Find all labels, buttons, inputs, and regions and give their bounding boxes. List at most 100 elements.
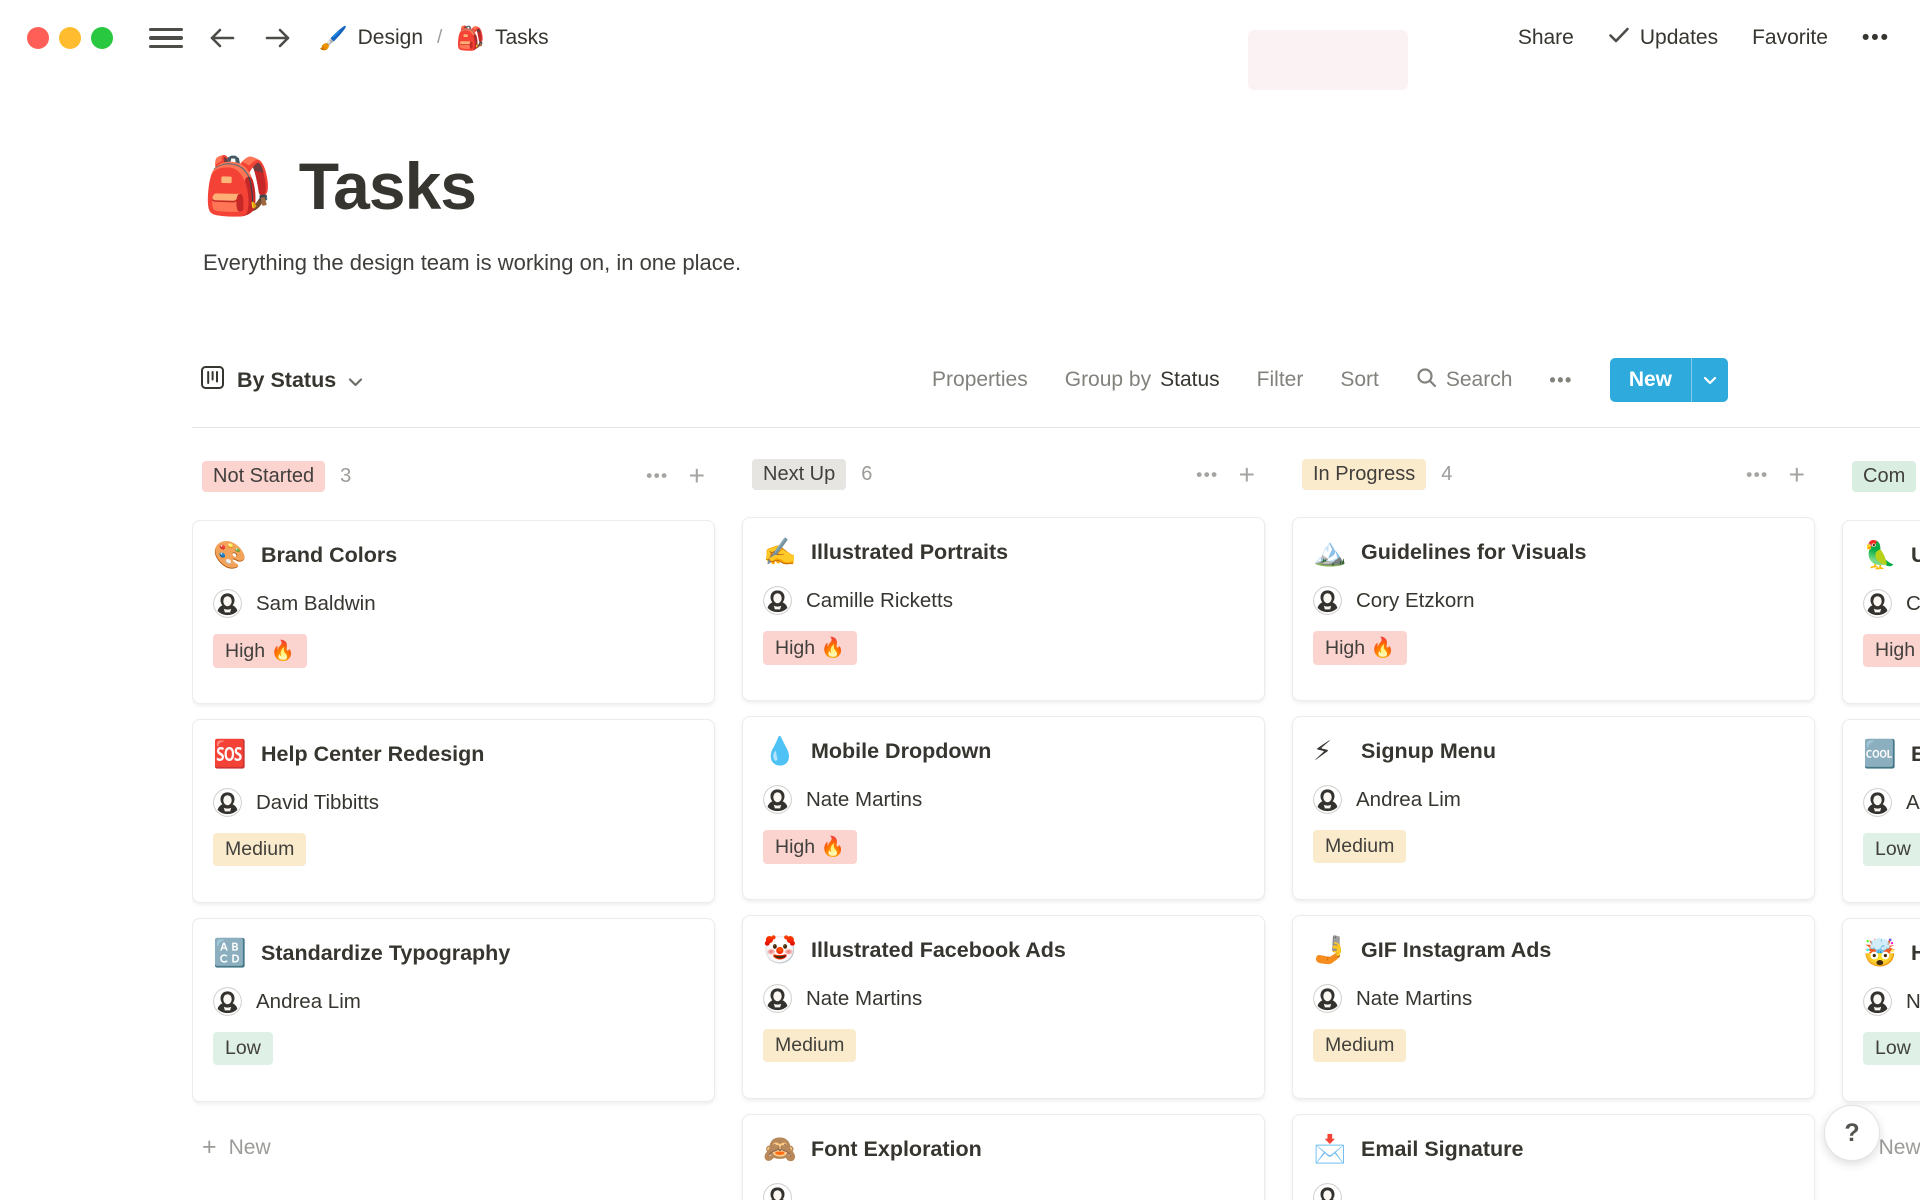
filter-button[interactable]: Filter [1257,368,1304,392]
task-card[interactable]: 🏔️ Guidelines for Visuals Cory Etzkorn High… [1292,517,1815,701]
column-more-icon[interactable]: ••• [1746,465,1768,485]
assignee-name: Nate Martins [1356,986,1473,1010]
card-assignee-row [1313,1183,1356,1200]
card-emoji-icon: 🆘 [213,739,247,769]
sidebar-menu-icon[interactable] [149,25,183,51]
card-emoji-icon: 🎨 [213,540,247,570]
more-options-icon[interactable]: ••• [1862,26,1890,50]
page-icon-backpack[interactable]: 🎒 [203,158,273,214]
page-subtitle: Everything the design team is working on… [203,250,742,275]
assignee-name: Sam Baldwin [256,591,376,615]
new-button[interactable]: New [1609,358,1728,402]
assignee-name: N [1906,989,1920,1013]
task-card[interactable]: 🆒E A Low [1842,719,1920,903]
forward-arrow-icon[interactable] [261,23,295,53]
group-by-button[interactable]: Group by Status [1065,368,1220,392]
column-add-icon[interactable]: + [1789,460,1805,489]
help-button[interactable]: ? [1824,1105,1880,1161]
card-title-row: 🎨 Brand Colors [213,542,397,569]
card-assignee-row [763,1183,806,1200]
column-status-badge[interactable]: Com [1852,460,1917,492]
column-count: 4 [1441,463,1453,485]
task-card[interactable]: 🙈 Font Exploration [742,1114,1265,1200]
task-card[interactable]: 📩 Email Signature [1292,1114,1815,1200]
properties-button[interactable]: Properties [932,368,1028,392]
new-button-chevron-icon[interactable] [1692,358,1728,402]
task-card[interactable]: 💧 Mobile Dropdown Nate Martins High 🔥 [742,716,1265,900]
traffic-light-minimize[interactable] [59,27,81,49]
task-card[interactable]: 🤡 Illustrated Facebook Ads Nate Martins Med… [742,915,1265,1099]
assignee-name: Andrea Lim [1356,787,1461,811]
card-assignee-row: Sam Baldwin [213,589,376,618]
task-card[interactable]: ✍️ Illustrated Portraits Camille Ricketts H… [742,517,1265,701]
assignee-name: A [1906,790,1920,814]
column-cards: ✍️ Illustrated Portraits Camille Ricketts H… [742,517,1265,1200]
breadcrumb-tasks[interactable]: 🎒 Tasks [456,25,548,52]
card-title: H [1911,941,1920,966]
task-card[interactable]: 🔠 Standardize Typography Andrea Lim Low [192,918,715,1102]
column-status-badge[interactable]: In Progress [1302,459,1427,490]
group-by-value: Status [1160,368,1220,391]
updates-button[interactable]: Updates [1608,26,1718,50]
card-title: Mobile Dropdown [811,739,992,763]
breadcrumb: 🖌️ Design / 🎒 Tasks [319,25,549,52]
task-card[interactable]: 🦜UCHigh [1842,520,1920,704]
search-label: Search [1445,368,1513,391]
card-title: Font Exploration [811,1137,982,1161]
priority-badge: Low [1863,833,1920,866]
page-header: 🎒 Tasks Everything the design team is wo… [203,148,741,276]
column-more-icon[interactable]: ••• [646,466,668,486]
card-assignee-row: Nate Martins [763,984,922,1013]
card-title-row: 🔠 Standardize Typography [213,940,510,967]
column-add-icon[interactable]: + [689,462,705,490]
card-title: Signup Menu [1361,739,1496,763]
updates-label: Updates [1639,26,1719,49]
card-assignee-row: Nate Martins [1313,984,1472,1013]
toolbar-right-group: Properties Group by Status Filter Sort S… [932,358,1728,402]
task-card[interactable]: 🆘 Help Center Redesign David Tibbitts Mediu… [192,719,715,903]
priority-badge: High 🔥 [763,631,857,665]
card-title: U [1911,543,1920,568]
task-card[interactable]: 🎨 Brand Colors Sam Baldwin High 🔥 [192,520,715,704]
toolbar-divider [192,427,1920,428]
search-button[interactable]: Search [1416,367,1513,394]
view-more-icon[interactable]: ••• [1549,370,1572,391]
breadcrumb-tasks-label: Tasks [494,26,549,49]
card-title: Illustrated Facebook Ads [811,938,1066,962]
column-header: In Progress 4 ••• + [1292,459,1815,490]
view-switcher-by-status[interactable]: By Status [200,365,363,396]
add-card-button[interactable]: + New [192,1135,715,1160]
back-arrow-icon[interactable] [205,23,239,53]
breadcrumb-design[interactable]: 🖌️ Design [319,25,423,52]
card-title-row: 🆒E [1863,741,1920,768]
card-title: E [1911,742,1920,767]
task-card[interactable]: 🤯HNLow [1842,918,1920,1102]
column-cards: 🏔️ Guidelines for Visuals Cory Etzkorn High… [1292,517,1815,1200]
column-add-icon[interactable]: + [1239,460,1255,489]
card-assignee-row: Andrea Lim [1313,785,1461,814]
sort-button[interactable]: Sort [1340,368,1379,392]
board-column-4: Com•••+🦜UCHigh🆒EALow🤯HNLow+New [1842,459,1920,1200]
board: Not Started 3 ••• + 🎨 Brand Colors Sam Baldwin… [192,459,1920,1200]
task-card[interactable]: 🤳 GIF Instagram Ads Nate Martins Medium [1292,915,1815,1099]
priority-badge: High 🔥 [763,830,857,864]
assignee-name: David Tibbitts [256,790,380,814]
assignee-name: Andrea Lim [256,989,361,1013]
traffic-light-close[interactable] [27,27,49,49]
priority-badge: Medium [213,833,307,866]
card-assignee-row: C [1863,589,1920,618]
chevron-down-icon [348,368,363,393]
favorite-button[interactable]: Favorite [1752,26,1828,50]
add-card-label: New [1878,1135,1920,1159]
card-emoji-icon: 🔠 [213,938,247,968]
card-title-row: ✍️ Illustrated Portraits [763,539,1008,566]
card-assignee-row: David Tibbitts [213,788,379,817]
card-assignee-row: Nate Martins [763,785,922,814]
column-status-badge[interactable]: Next Up [752,459,847,490]
task-card[interactable]: ⚡ Signup Menu Andrea Lim Medium [1292,716,1815,900]
column-more-icon[interactable]: ••• [1196,465,1218,485]
traffic-light-zoom[interactable] [91,27,113,49]
share-button[interactable]: Share [1518,26,1574,50]
favorite-label: Favorite [1752,26,1828,49]
column-status-badge[interactable]: Not Started [202,460,326,492]
